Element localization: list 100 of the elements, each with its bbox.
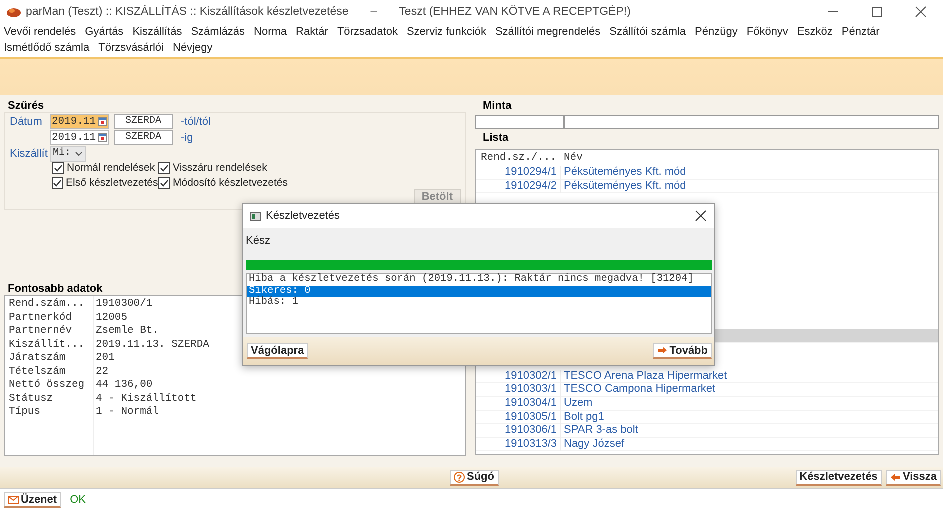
checkbox[interactable] — [158, 162, 170, 174]
field-label: Dátum — [9, 116, 44, 128]
checkbox-option[interactable]: Visszáru rendelések — [158, 161, 288, 175]
menu-item[interactable]: Törzsadatok — [337, 26, 398, 39]
checkbox-option[interactable]: Normál rendelések — [52, 161, 158, 175]
carrier-dropdown[interactable]: Mi: — [50, 146, 86, 162]
weekday-field: SZERDA — [114, 130, 173, 145]
close-icon[interactable] — [695, 210, 707, 222]
field-label: Kiszállít — [9, 148, 49, 160]
date-value: 2019.11 — [52, 116, 96, 128]
window-title: parMan (Teszt) :: KISZÁLLÍTÁS :: Kiszállítások készletvezetése — [26, 6, 349, 18]
row-name: Bolt pg1 — [563, 410, 606, 424]
detail-label: Rend.szám... — [8, 298, 86, 312]
message-button[interactable]: Üzenet — [4, 492, 62, 508]
row-number: 1910306/1 — [476, 424, 561, 438]
copy-button[interactable]: Vágólapra — [247, 343, 308, 359]
menu-item[interactable]: Pénztár — [842, 26, 880, 39]
menu-item[interactable]: Névjegy — [173, 42, 213, 55]
log-line[interactable]: Hibás: 1 — [247, 297, 711, 308]
menu-item[interactable]: Számlázás — [191, 26, 246, 39]
window-subtitle: Teszt (EHHEZ VAN KÖTVE A RECEPTGÉP!) — [399, 6, 631, 18]
list-row[interactable]: 1910304/1 Uzem — [476, 396, 938, 411]
help-button[interactable]: ? Súgó — [450, 470, 498, 486]
list-row[interactable]: 1910305/1 Bolt pg1 — [476, 410, 938, 424]
menu-item[interactable]: Pénzügy — [695, 26, 738, 39]
column-header[interactable]: Rend.sz./... — [476, 150, 561, 166]
row-number: 1910304/1 — [476, 396, 561, 411]
date-value: 2019.11 — [52, 132, 96, 144]
log-line[interactable]: Hiba a készletvezetés során (2019.11.13.): Raktár nincs megadva! [31204] — [247, 274, 711, 286]
title-separator: – — [370, 6, 378, 18]
group-title: Szűrés — [8, 100, 44, 112]
help-icon: ? — [454, 472, 465, 482]
group-title: Fontosabb adatok — [8, 283, 103, 295]
detail-label: Járatszám — [8, 352, 67, 366]
menu-item[interactable]: Szállítói megrendelés — [495, 26, 601, 39]
detail-label: Típus — [8, 406, 42, 420]
action-button[interactable]: Készletvezetés — [796, 470, 882, 486]
detail-value: 12005 — [95, 312, 128, 325]
row-number: 1910305/1 — [476, 410, 561, 424]
field-suffix: -ig — [181, 132, 194, 144]
menu-item[interactable]: Norma — [254, 26, 288, 39]
row-name: Péksüteményes Kft. mód — [563, 180, 688, 194]
menu-item[interactable]: Kiszállítás — [132, 26, 182, 39]
detail-label: Kiszállít... — [8, 338, 86, 352]
calendar-icon — [98, 133, 107, 142]
calendar-icon — [98, 117, 107, 126]
row-number: 1910313/3 — [476, 438, 561, 452]
list-row[interactable]: 1910294/1 Péksüteményes Kft. mód — [476, 166, 938, 180]
menu-item[interactable]: Szerviz funkciók — [406, 26, 486, 39]
checkbox[interactable] — [52, 162, 64, 174]
detail-value: 201 — [95, 352, 115, 366]
menu-item[interactable]: Gyártás — [85, 26, 124, 39]
list-row[interactable]: 1910303/1 TESCO Campona Hipermarket — [476, 383, 938, 397]
pattern-name-field[interactable] — [564, 115, 939, 129]
row-name: Péksüteményes Kft. mód — [563, 166, 688, 180]
row-name: Uzem — [563, 396, 594, 411]
row-name: Nagy József — [563, 438, 626, 452]
checkbox[interactable] — [52, 177, 63, 189]
caret-icon — [75, 150, 83, 156]
menu-item[interactable]: Ismétlődő számla — [4, 42, 90, 55]
detail-label: Státusz — [8, 392, 54, 406]
row-number: 1910294/1 — [476, 166, 561, 180]
status-message: OK — [70, 494, 86, 506]
detail-value: 44 136,00 — [95, 379, 153, 392]
menu-item[interactable]: Vevői rendelés — [4, 26, 76, 39]
list-row[interactable]: 1910313/3 Nagy József — [476, 438, 938, 452]
menu-item[interactable]: Raktár — [296, 26, 328, 39]
pattern-code-field[interactable] — [475, 115, 564, 129]
detail-label: Partnerkód — [8, 312, 74, 325]
row-name: SPAR 3-as bolt — [563, 424, 640, 438]
row-name: TESCO Campona Hipermarket — [563, 383, 717, 397]
next-button[interactable]: Tovább — [652, 343, 712, 359]
checkbox-option[interactable]: Módosító készletvezetés — [158, 176, 288, 190]
row-number: 1910302/1 — [476, 370, 561, 384]
list-row[interactable]: 1910306/1 SPAR 3-as bolt — [476, 424, 938, 438]
menu-item[interactable]: Törzsvásárlói — [98, 42, 164, 55]
back-button[interactable]: Vissza — [886, 470, 941, 486]
dialog-title: Készletvezetés — [266, 210, 340, 222]
column-header[interactable]: Név — [561, 150, 938, 166]
checkbox-option[interactable]: Első készletvezetés — [52, 176, 158, 190]
menu-item[interactable]: Szállítói számla — [610, 26, 686, 39]
menu-item[interactable]: Főkönyv — [746, 26, 788, 39]
date-field[interactable]: 2019.11 — [50, 130, 109, 145]
date-field[interactable]: 2019.11 — [50, 114, 109, 129]
detail-label: Tételszám — [8, 366, 67, 379]
detail-value: 1910300/1 — [95, 298, 153, 312]
menu-item[interactable]: Eszköz — [797, 26, 833, 39]
weekday-field: SZERDA — [114, 114, 173, 129]
detail-value: 22 — [95, 366, 109, 379]
logo-icon — [6, 6, 22, 18]
group-title: Minta — [483, 100, 512, 112]
list-row[interactable]: 1910302/1 TESCO Arena Plaza Hipermarket — [476, 370, 938, 384]
arrow-right-icon — [656, 345, 668, 356]
status-text: Kész — [245, 234, 272, 249]
checkbox[interactable] — [158, 177, 170, 189]
row-number: 1910294/2 — [476, 180, 561, 194]
field-suffix: -tól/tól — [181, 116, 211, 128]
detail-label: Partnernév — [8, 325, 74, 338]
list-row[interactable]: 1910294/2 Péksüteményes Kft. mód — [476, 180, 938, 194]
detail-label: Nettó összeg — [8, 379, 86, 392]
